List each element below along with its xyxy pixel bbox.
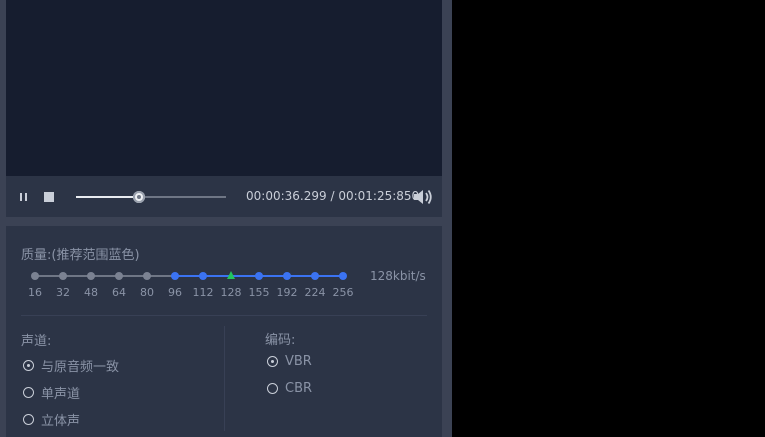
quality-tick-label: 155 [248, 286, 270, 299]
quality-tick-label: 48 [84, 286, 98, 299]
channel-label: 声道: [21, 334, 52, 349]
quality-tick-label: 256 [332, 286, 354, 299]
waveform [47, 21, 397, 122]
quality-stop[interactable] [339, 272, 347, 280]
quality-track-grey [35, 275, 175, 277]
total-time: 00:01:25:850 [338, 189, 420, 203]
channel-option-label: 单声道 [41, 387, 81, 402]
radio-button[interactable] [23, 360, 34, 371]
channel-option[interactable]: 立体声 [23, 410, 80, 429]
quality-stop[interactable] [115, 272, 123, 280]
radio-button[interactable] [267, 356, 278, 367]
quality-stop[interactable] [87, 272, 95, 280]
channel-option[interactable]: 与原音频一致 [23, 356, 119, 375]
player-bar: 00:00:36.299 / 00:01:25:850 [6, 176, 442, 217]
time-readout: 00:00:36.299 / 00:01:25:850 [246, 189, 419, 203]
current-time: 00:00:36.299 [246, 189, 327, 203]
quality-stop[interactable] [59, 272, 67, 280]
quality-stop[interactable] [199, 272, 207, 280]
quality-stop[interactable] [143, 272, 151, 280]
encoding-option[interactable]: VBR [267, 354, 312, 369]
volume-icon[interactable] [412, 187, 434, 207]
quality-tick-label: 64 [112, 286, 126, 299]
progress-fill [76, 196, 139, 198]
encoding-option[interactable]: CBR [267, 381, 312, 396]
quality-stop[interactable] [171, 272, 179, 280]
stop-button[interactable] [44, 192, 54, 202]
radio-button[interactable] [23, 387, 34, 398]
quality-tick-label: 96 [168, 286, 182, 299]
divider [21, 315, 427, 316]
quality-stop[interactable] [31, 272, 39, 280]
audio-settings-panel: 00:00:36.299 / 00:01:25:850 质量:(推荐范围蓝色) … [0, 0, 452, 437]
progress-thumb[interactable] [133, 191, 145, 203]
radio-button[interactable] [267, 383, 278, 394]
settings-card: 质量:(推荐范围蓝色) 16 32 48 64 80 96 112 128 155 192 224 2… [6, 226, 442, 437]
waveform-view [6, 0, 442, 176]
encoding-label: 编码: [265, 333, 296, 348]
encoding-option-label: CBR [285, 381, 313, 396]
quality-value: 128kbit/s [370, 269, 426, 283]
quality-label: 质量:(推荐范围蓝色) [21, 248, 140, 263]
quality-tick-label: 128 [220, 286, 242, 299]
progress-slider[interactable] [76, 191, 226, 203]
encoding-option-label: VBR [285, 354, 312, 369]
quality-tick-label: 80 [140, 286, 154, 299]
column-divider [224, 326, 225, 431]
quality-stop-selected[interactable] [227, 271, 235, 279]
quality-stop[interactable] [255, 272, 263, 280]
channel-option-label: 立体声 [41, 414, 81, 429]
quality-stop[interactable] [311, 272, 319, 280]
quality-tick-label: 32 [56, 286, 70, 299]
channel-option-label: 与原音频一致 [41, 360, 120, 375]
quality-stop[interactable] [283, 272, 291, 280]
radio-button[interactable] [23, 414, 34, 425]
time-separator: / [330, 189, 335, 203]
pause-button[interactable] [18, 191, 30, 203]
quality-tick-label: 224 [304, 286, 326, 299]
channel-option[interactable]: 单声道 [23, 383, 80, 402]
quality-tick-label: 192 [276, 286, 298, 299]
quality-tick-label: 112 [192, 286, 214, 299]
quality-tick-label: 16 [28, 286, 42, 299]
